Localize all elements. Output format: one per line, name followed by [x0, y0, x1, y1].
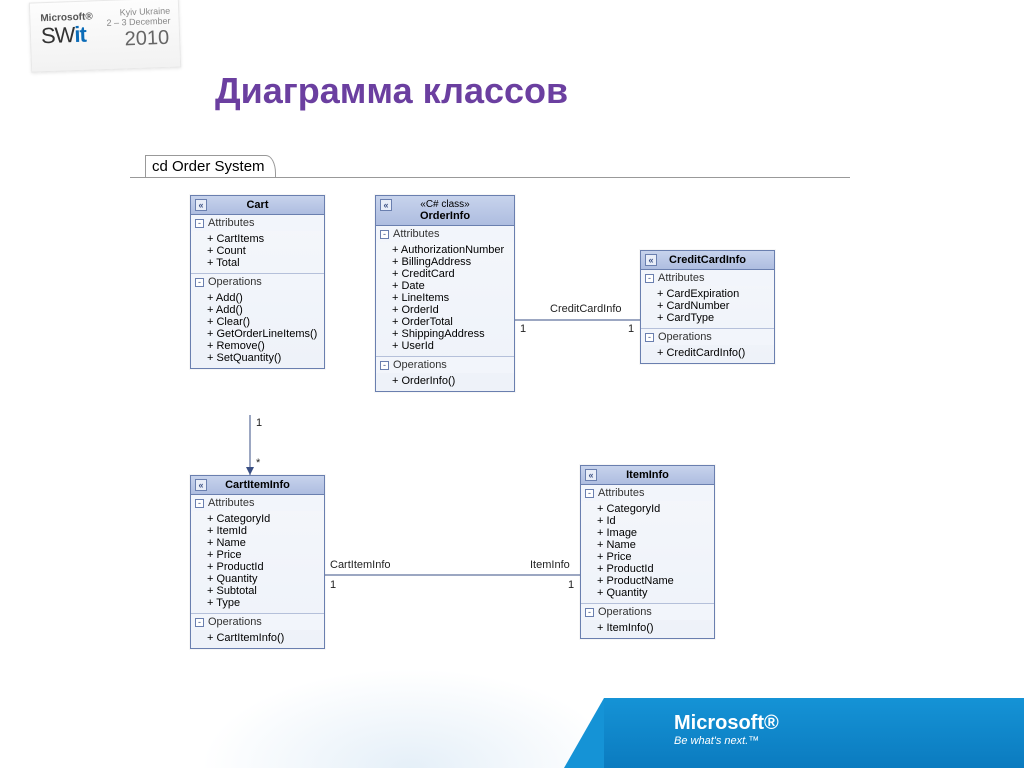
collapse-icon: «: [645, 254, 657, 266]
event-badge: Kyiv Ukraine2 – 3 December Microsoft® SW…: [29, 0, 181, 73]
cart-attributes: + CartItems + Count + Total: [191, 231, 324, 273]
class-orderinfo: « «C# class» OrderInfo -Attributes + Aut…: [375, 195, 515, 392]
microsoft-logo: Microsoft®: [674, 712, 994, 735]
collapse-icon: «: [585, 469, 597, 481]
collapse-icon: «: [380, 199, 392, 211]
collapse-icon: «: [195, 199, 207, 211]
cart-operations: + Add() + Add() + Clear() + GetOrderLine…: [191, 290, 324, 368]
assoc-label-iteminfo: ItemInfo: [530, 559, 570, 571]
slide-title: Диаграмма классов: [215, 70, 568, 112]
assoc-label-creditcard: CreditCardInfo: [550, 303, 622, 315]
footer-banner: Microsoft® Be what's next.™: [604, 698, 1024, 768]
class-diagram: cd Order System «Cart -Attributes + Cart…: [130, 155, 850, 695]
class-iteminfo: «ItemInfo -Attributes + CategoryId + Id …: [580, 465, 715, 639]
class-creditcardinfo: «CreditCardInfo -Attributes + CardExpira…: [640, 250, 775, 364]
collapse-icon: «: [195, 479, 207, 491]
class-cartiteminfo: «CartItemInfo -Attributes + CategoryId +…: [190, 475, 325, 649]
diagram-frame-label: cd Order System: [145, 155, 276, 177]
assoc-label-cartitem: CartItemInfo: [330, 559, 391, 571]
class-cart: «Cart -Attributes + CartItems + Count + …: [190, 195, 325, 369]
footer-tagline: Be what's next.™: [674, 735, 994, 747]
